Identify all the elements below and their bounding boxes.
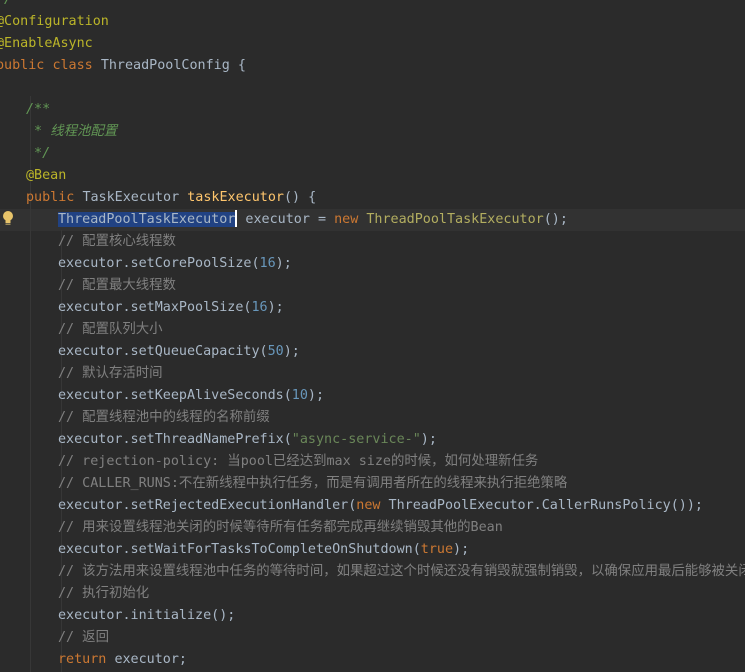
code-token: 10	[291, 388, 308, 403]
code-line[interactable]: // 配置核心线程数	[58, 231, 176, 253]
code-token: @EnableAsync	[0, 36, 93, 51]
code-token: */	[0, 0, 12, 7]
code-line[interactable]: return executor;	[58, 649, 187, 671]
code-token: ThreadPoolTaskExecutor	[366, 212, 544, 227]
code-token: executor.setMaxPoolSize(	[58, 300, 252, 315]
code-line[interactable]: executor.setThreadNamePrefix("async-serv…	[58, 429, 437, 451]
code-line[interactable]: executor.setCorePoolSize(16);	[58, 253, 292, 275]
code-token: public	[26, 190, 83, 205]
code-token: );	[283, 344, 300, 359]
code-token: * 线程池配置	[26, 124, 118, 139]
code-line[interactable]: */	[26, 143, 50, 165]
code-line[interactable]: // 该方法用来设置线程池中任务的等待时间，如果超过这个时候还没有销毁就强制销毁…	[58, 561, 745, 583]
code-line[interactable]: // 执行初始化	[58, 583, 149, 605]
code-token: ThreadPoolConfig {	[100, 58, 246, 73]
code-token: /**	[26, 102, 51, 117]
code-token: class	[52, 58, 101, 73]
code-token: executor.setWaitForTasksToCompleteOnShut…	[58, 542, 421, 557]
code-token: return	[58, 652, 115, 667]
code-token: executor.setQueueCapacity(	[58, 344, 268, 359]
lightbulb-icon[interactable]	[1, 210, 15, 228]
code-token: 50	[267, 344, 284, 359]
code-token: // 返回	[58, 630, 109, 645]
code-token: TaskExecutor	[82, 190, 188, 205]
code-line[interactable]: // 配置线程池中的线程的名称前缀	[58, 407, 270, 429]
code-line[interactable]: @Bean	[26, 165, 66, 187]
code-line[interactable]: @EnableAsync	[0, 33, 93, 55]
code-line[interactable]: executor.setWaitForTasksToCompleteOnShut…	[58, 539, 469, 561]
code-line[interactable]: /**	[26, 99, 50, 121]
code-token: );	[307, 388, 325, 403]
code-line[interactable]: */	[0, 0, 12, 11]
code-token: 16	[259, 256, 276, 271]
code-line[interactable]: executor.initialize();	[58, 605, 235, 627]
code-token: // 配置线程池中的线程的名称前缀	[58, 410, 270, 425]
code-line[interactable]: // 默认存活时间	[58, 363, 163, 385]
code-token: );	[275, 256, 292, 271]
code-line[interactable]: executor.setRejectedExecutionHandler(new…	[58, 495, 703, 517]
code-token: // 配置核心线程数	[58, 234, 176, 249]
code-token: () {	[284, 190, 317, 205]
code-line[interactable]: // 配置最大线程数	[58, 275, 176, 297]
code-line[interactable]: * 线程池配置	[26, 121, 117, 143]
code-token: );	[420, 432, 437, 447]
code-token: true	[420, 542, 454, 557]
code-line[interactable]: // 返回	[58, 627, 109, 649]
code-token: @Configuration	[0, 14, 109, 29]
code-line[interactable]: executor.setMaxPoolSize(16);	[58, 297, 284, 319]
code-token: new	[334, 212, 367, 227]
code-token: executor;	[114, 652, 187, 667]
code-token: @Bean	[26, 168, 67, 183]
code-line[interactable]: // rejection-policy: 当pool已经达到max size的时…	[58, 451, 538, 473]
code-token: ThreadPoolTaskExecutor	[58, 212, 236, 227]
code-token: 16	[251, 300, 268, 315]
code-line[interactable]: // 配置队列大小	[58, 319, 163, 341]
code-token: ();	[543, 212, 568, 227]
code-line[interactable]: executor.setKeepAliveSeconds(10);	[58, 385, 324, 407]
code-token: executor.setCorePoolSize(	[58, 256, 260, 271]
code-token: executor =	[237, 212, 335, 227]
code-token: // 用来设置线程池关闭的时候等待所有任务都完成再继续销毁其他的Bean	[58, 520, 503, 535]
code-token: );	[267, 300, 284, 315]
code-token: executor.initialize();	[58, 608, 236, 623]
code-token: executor.setThreadNamePrefix(	[58, 432, 292, 447]
code-line[interactable]: @Configuration	[0, 11, 109, 33]
code-line[interactable]: public class ThreadPoolConfig {	[0, 55, 246, 77]
code-token: );	[453, 542, 470, 557]
code-token: executor.setRejectedExecutionHandler(	[58, 498, 357, 513]
code-line[interactable]: ThreadPoolTaskExecutor executor = new Th…	[58, 209, 568, 231]
code-token: executor.setKeepAliveSeconds(	[58, 388, 292, 403]
code-token: public	[0, 58, 53, 73]
code-token: // rejection-policy: 当pool已经达到max size的时…	[58, 454, 539, 469]
code-line[interactable]: public TaskExecutor taskExecutor() {	[26, 187, 316, 209]
code-token: */	[26, 146, 51, 161]
code-token: // 该方法用来设置线程池中任务的等待时间，如果超过这个时候还没有销毁就强制销毁…	[58, 564, 745, 579]
code-token: // 配置最大线程数	[58, 278, 176, 293]
code-editor[interactable]: */ @Configuration @EnableAsync public class…	[0, 0, 745, 672]
code-token: // 默认存活时间	[58, 366, 163, 381]
code-line[interactable]: // 用来设置线程池关闭的时候等待所有任务都完成再继续销毁其他的Bean	[58, 517, 503, 539]
code-line[interactable]: // CALLER_RUNS:不在新线程中执行任务，而是有调用者所在的线程来执行…	[58, 473, 567, 495]
code-token: // CALLER_RUNS:不在新线程中执行任务，而是有调用者所在的线程来执行…	[58, 476, 568, 491]
code-token: "async-service-"	[291, 432, 421, 447]
code-token: // 配置队列大小	[58, 322, 163, 337]
code-token: new	[356, 498, 389, 513]
code-line[interactable]: executor.setQueueCapacity(50);	[58, 341, 300, 363]
code-token: ThreadPoolExecutor.CallerRunsPolicy());	[388, 498, 703, 513]
code-token: taskExecutor	[187, 190, 284, 205]
code-token: // 执行初始化	[58, 586, 150, 601]
